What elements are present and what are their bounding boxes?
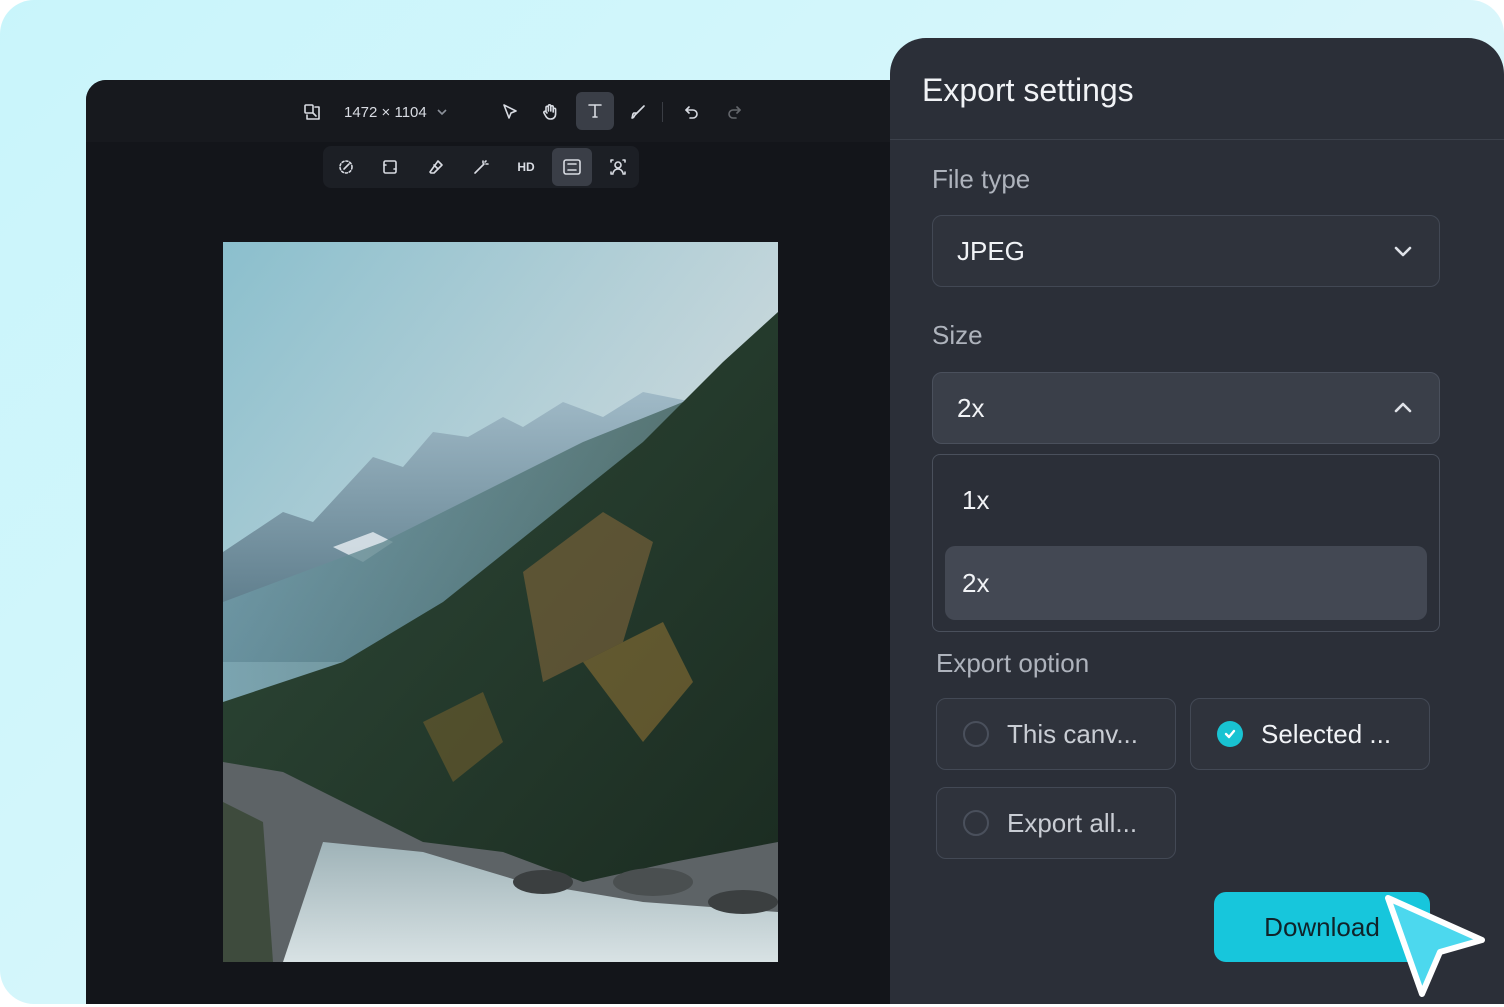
export-option-selected[interactable]: Selected ... <box>1190 698 1430 770</box>
export-settings-panel: Export settings File type JPEG Size 2x 1… <box>890 38 1504 1004</box>
export-option-text: Selected ... <box>1261 718 1392 749</box>
size-option-label: 1x <box>962 484 990 515</box>
file-type-select[interactable]: JPEG <box>932 215 1440 287</box>
eraser-icon[interactable] <box>421 153 451 181</box>
panel-divider <box>890 139 1504 140</box>
image-tools-toolbar: HD <box>323 146 639 188</box>
size-label: Size <box>932 320 983 350</box>
size-dropdown-menu: 1x 2x <box>932 454 1440 632</box>
hd-label: HD <box>517 160 535 174</box>
brush-icon[interactable] <box>624 98 652 126</box>
mouse-cursor-icon <box>1380 892 1490 1002</box>
radio-checked-icon <box>1217 721 1243 747</box>
resize-icon[interactable] <box>300 100 324 124</box>
text-icon <box>588 104 602 118</box>
crop-icon[interactable] <box>375 153 405 181</box>
size-select[interactable]: 2x <box>932 372 1440 444</box>
size-option-1x[interactable]: 1x <box>945 463 1427 537</box>
chevron-down-icon <box>437 109 447 116</box>
export-option-text: This canv... <box>1007 718 1139 749</box>
toolbar-divider <box>662 102 663 122</box>
radio-unchecked-icon <box>963 810 989 836</box>
hand-icon[interactable] <box>536 98 564 126</box>
size-option-label: 2x <box>962 567 990 598</box>
top-toolbar: 1472 × 1104 <box>86 80 916 142</box>
size-value: 2x <box>957 392 985 423</box>
export-option-label: Export option <box>936 648 1090 678</box>
export-option-text: Export all... <box>1007 807 1138 838</box>
chevron-up-icon <box>1394 402 1412 413</box>
chevron-down-icon <box>1394 246 1412 257</box>
export-option-export-all[interactable]: Export all... <box>936 787 1176 859</box>
face-icon[interactable] <box>603 153 633 181</box>
canvas-size-value: 1472 × 1104 <box>344 103 427 121</box>
export-option-this-canvas[interactable]: This canv... <box>936 698 1176 770</box>
remove-bg-icon[interactable] <box>331 153 361 181</box>
download-label: Download <box>1264 911 1380 942</box>
magic-wand-icon[interactable] <box>466 153 496 181</box>
canvas-image[interactable] <box>223 242 778 962</box>
editor-window: 1472 × 1104 HD <box>86 80 916 1004</box>
undo-icon[interactable] <box>678 98 706 126</box>
select-pointer-icon[interactable] <box>496 98 524 126</box>
text-tool-button[interactable] <box>576 92 614 130</box>
upscale-icon <box>563 159 581 175</box>
panel-title: Export settings <box>922 72 1134 108</box>
file-type-value: JPEG <box>957 235 1025 266</box>
canvas-size-dropdown[interactable]: 1472 × 1104 <box>344 98 449 126</box>
hd-button[interactable]: HD <box>511 153 541 181</box>
size-option-2x[interactable]: 2x <box>945 546 1427 620</box>
redo-icon[interactable] <box>720 98 748 126</box>
file-type-label: File type <box>932 164 1031 194</box>
radio-unchecked-icon <box>963 721 989 747</box>
upscale-button[interactable] <box>552 148 592 186</box>
